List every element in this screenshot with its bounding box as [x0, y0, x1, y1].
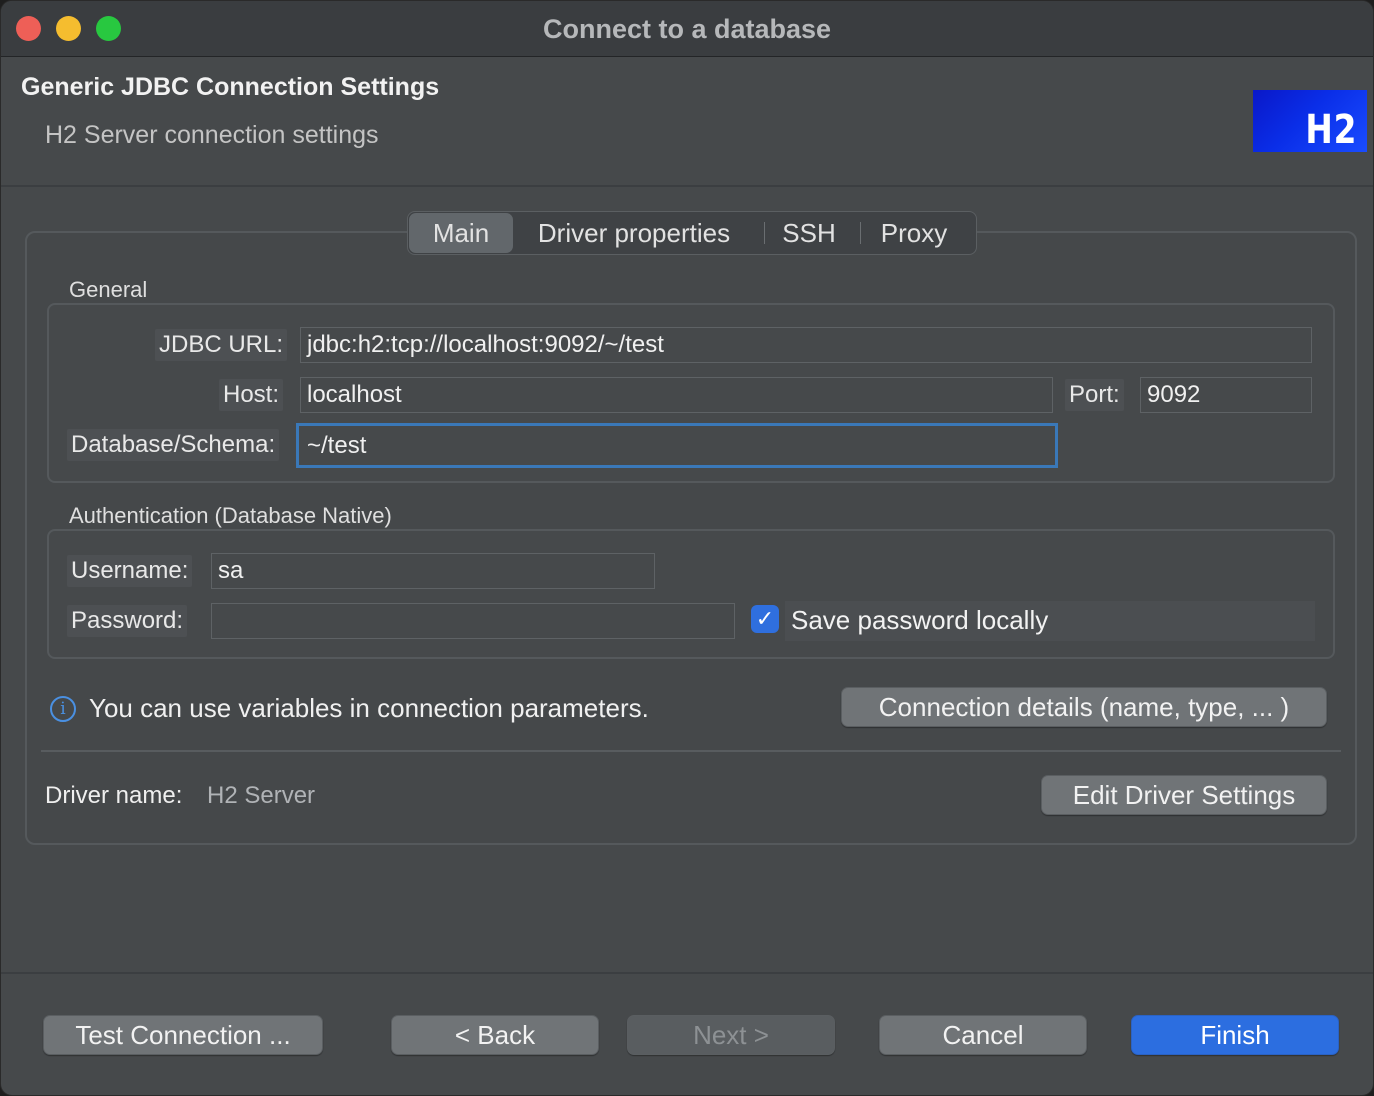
variables-hint: You can use variables in connection para…	[89, 693, 649, 723]
back-button[interactable]: < Back	[391, 1015, 599, 1055]
h2-logo-text: H2	[1305, 107, 1357, 153]
dialog-window: Connect to a database Generic JDBC Conne…	[0, 0, 1374, 1096]
checkmark-icon: ✓	[755, 606, 775, 631]
page-subtitle: H2 Server connection settings	[45, 121, 379, 149]
edit-driver-settings-button[interactable]: Edit Driver Settings	[1041, 775, 1327, 815]
next-button[interactable]: Next >	[627, 1015, 835, 1055]
save-password-checkbox[interactable]: ✓	[751, 605, 779, 633]
host-label: Host:	[219, 379, 284, 411]
general-section-label: General	[69, 277, 148, 302]
tab-main[interactable]: Main	[409, 213, 513, 253]
jdbc-url-label: JDBC URL:	[155, 329, 288, 361]
tab-divider	[764, 222, 765, 244]
tab-driver-properties[interactable]: Driver properties	[516, 212, 752, 254]
jdbc-url-field[interactable]: jdbc:h2:tcp://localhost:9092/~/test	[300, 327, 1312, 363]
username-label: Username:	[67, 555, 193, 587]
cancel-button[interactable]: Cancel	[879, 1015, 1087, 1055]
title-bar: Connect to a database	[1, 1, 1373, 57]
password-label: Password:	[67, 605, 188, 637]
username-field[interactable]: sa	[211, 553, 655, 589]
save-password-label[interactable]: Save password locally	[791, 605, 1048, 636]
tab-bar: Main Driver properties SSH Proxy	[407, 211, 977, 255]
driver-name-label: Driver name:	[45, 782, 183, 809]
password-field[interactable]	[211, 603, 735, 639]
driver-name-value: H2 Server	[207, 782, 316, 809]
header-divider	[1, 185, 1373, 187]
h2-logo: H2	[1253, 90, 1367, 153]
driver-divider	[41, 750, 1341, 752]
wizard-header: Generic JDBC Connection Settings H2 Serv…	[1, 58, 1373, 185]
info-icon: i	[50, 696, 76, 722]
tab-ssh[interactable]: SSH	[768, 212, 850, 254]
test-connection-button[interactable]: Test Connection ...	[43, 1015, 323, 1055]
footer-divider	[1, 972, 1373, 974]
tab-proxy[interactable]: Proxy	[864, 212, 964, 254]
finish-button[interactable]: Finish	[1131, 1015, 1339, 1055]
page-title: Generic JDBC Connection Settings	[21, 73, 440, 101]
auth-section-label: Authentication (Database Native)	[69, 503, 392, 528]
connection-details-button[interactable]: Connection details (name, type, ... )	[841, 687, 1327, 727]
tab-divider	[860, 222, 861, 244]
database-schema-label: Database/Schema:	[67, 429, 280, 461]
database-schema-field[interactable]: ~/test	[296, 423, 1058, 468]
host-field[interactable]: localhost	[300, 377, 1053, 413]
window-title: Connect to a database	[542, 14, 832, 44]
port-label: Port:	[1065, 379, 1124, 411]
port-field[interactable]: 9092	[1140, 377, 1312, 413]
